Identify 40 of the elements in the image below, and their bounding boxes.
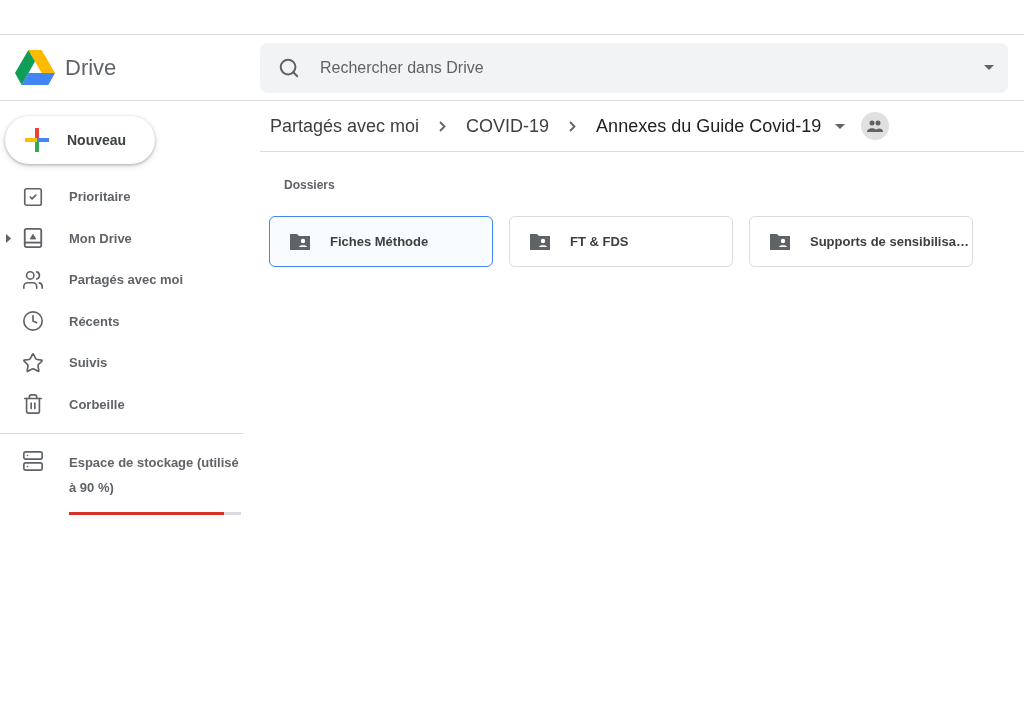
search-bar[interactable]: Rechercher dans Drive bbox=[260, 42, 1008, 93]
people-icon bbox=[22, 268, 44, 291]
shared-people-icon bbox=[861, 112, 890, 140]
storage-icon bbox=[22, 450, 44, 472]
new-button[interactable]: Nouveau bbox=[5, 116, 155, 164]
nav-item[interactable]: Récents bbox=[69, 313, 120, 329]
nav-item[interactable]: Prioritaire bbox=[69, 189, 131, 205]
folder-name: Fiches Méthode bbox=[330, 234, 429, 249]
shared-folder-icon bbox=[528, 231, 552, 252]
breadcrumb-item[interactable]: COVID-19 bbox=[466, 115, 550, 137]
plus-icon bbox=[25, 128, 49, 152]
app-name: Drive bbox=[65, 54, 117, 81]
folder-card[interactable]: FT & FDS bbox=[509, 216, 733, 267]
nav-item[interactable]: Mon Drive bbox=[69, 230, 132, 246]
nav-item[interactable]: Suivis bbox=[69, 355, 108, 371]
nav-item[interactable]: Corbeille bbox=[69, 396, 125, 412]
drive-logo-icon bbox=[15, 49, 55, 86]
breadcrumb-item[interactable]: Partagés avec moi bbox=[270, 115, 420, 137]
folder-name: FT & FDS bbox=[570, 234, 629, 249]
star-icon bbox=[22, 351, 44, 374]
chevron-right-icon bbox=[569, 120, 577, 132]
drive-icon bbox=[22, 227, 44, 250]
expand-arrow-icon[interactable] bbox=[6, 233, 11, 243]
checkbox-icon bbox=[22, 185, 44, 208]
clock-icon bbox=[22, 310, 44, 333]
shared-folder-icon bbox=[768, 231, 792, 252]
breadcrumb-item[interactable]: Annexes du Guide Covid-19 bbox=[596, 115, 822, 137]
shared-folder-icon bbox=[288, 231, 312, 252]
folder-card[interactable]: Fiches Méthode bbox=[269, 216, 493, 267]
storage-label: Espace de stockage (utilisé à 90 %) bbox=[69, 454, 240, 497]
dropdown-icon[interactable] bbox=[984, 65, 994, 70]
section-title: Dossiers bbox=[284, 178, 336, 192]
chevron-right-icon bbox=[439, 120, 447, 132]
search-field[interactable]: Rechercher dans Drive bbox=[318, 57, 966, 78]
search-icon bbox=[278, 56, 300, 79]
folder-card[interactable]: Supports de sensibilisa… bbox=[749, 216, 973, 267]
folder-name: Supports de sensibilisa… bbox=[810, 234, 969, 249]
trash-icon bbox=[22, 393, 44, 416]
dropdown-icon[interactable] bbox=[835, 123, 846, 129]
nav-item[interactable]: Partagés avec moi bbox=[69, 272, 184, 288]
